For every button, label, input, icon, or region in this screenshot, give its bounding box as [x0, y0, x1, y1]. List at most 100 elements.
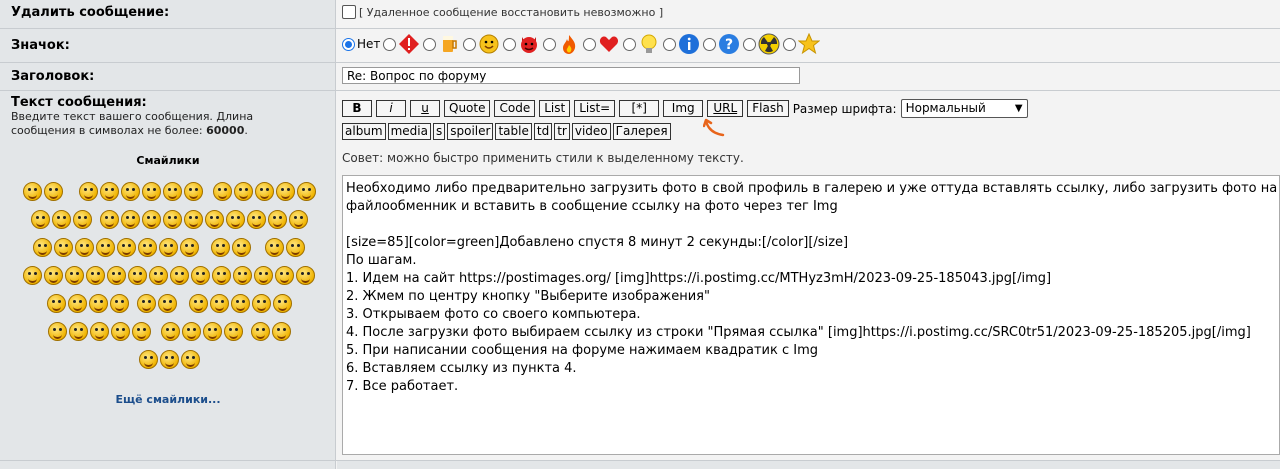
smiley-icon[interactable]	[170, 265, 189, 285]
message-textarea[interactable]: Необходимо либо предварительно загрузить…	[342, 175, 1280, 455]
smiley-icon[interactable]	[180, 349, 200, 369]
underline-button[interactable]: u	[410, 100, 440, 117]
album-button[interactable]: album	[342, 123, 386, 140]
smiley-icon[interactable]	[232, 237, 251, 257]
icon-radio-none[interactable]	[342, 37, 355, 51]
flash-button[interactable]: Flash	[747, 100, 789, 117]
spoiler-button[interactable]: spoiler	[447, 123, 494, 140]
td-button[interactable]: td	[533, 123, 553, 140]
smiley-icon[interactable]	[75, 237, 94, 257]
bold-button[interactable]: B	[342, 100, 372, 117]
smiley-icon[interactable]	[223, 321, 243, 341]
smiley-icon[interactable]	[138, 349, 158, 369]
smiley-icon[interactable]	[230, 293, 250, 313]
smiley-icon[interactable]	[96, 237, 115, 257]
table-button[interactable]: table	[495, 123, 532, 140]
smiley-icon[interactable]	[267, 209, 287, 229]
smiley-icon[interactable]	[78, 181, 98, 201]
smiley-icon[interactable]	[160, 321, 180, 341]
icon-radio-info[interactable]	[663, 37, 677, 51]
smiley-icon[interactable]	[44, 265, 63, 285]
italic-button[interactable]: i	[376, 100, 406, 117]
smiley-icon[interactable]	[275, 181, 295, 201]
smiley-icon[interactable]	[181, 321, 201, 341]
icon-radio-fire[interactable]	[543, 37, 557, 51]
smiley-icon[interactable]	[88, 293, 108, 313]
smiley-icon[interactable]	[141, 181, 161, 201]
smiley-icon[interactable]	[211, 237, 230, 257]
smiley-icon[interactable]	[110, 321, 130, 341]
smiley-icon[interactable]	[107, 265, 126, 285]
smiley-icon[interactable]	[30, 209, 50, 229]
smiley-icon[interactable]	[180, 237, 199, 257]
media-button[interactable]: media	[387, 123, 431, 140]
quote-button[interactable]: Quote	[444, 100, 491, 117]
smiley-icon[interactable]	[47, 321, 67, 341]
gallery-button[interactable]: Галерея	[612, 123, 671, 140]
icon-radio-lightbulb[interactable]	[623, 37, 637, 51]
icon-radio-devil[interactable]	[503, 37, 517, 51]
smiley-icon[interactable]	[246, 209, 266, 229]
smiley-icon[interactable]	[99, 181, 119, 201]
smiley-icon[interactable]	[23, 265, 42, 285]
smiley-icon[interactable]	[265, 237, 284, 257]
img-button[interactable]: Img	[663, 100, 704, 117]
smiley-icon[interactable]	[120, 181, 140, 201]
smiley-icon[interactable]	[183, 209, 203, 229]
smiley-icon[interactable]	[86, 265, 105, 285]
list-button[interactable]: List	[539, 100, 571, 117]
icon-radio-smile[interactable]	[463, 37, 477, 51]
more-smiles-link[interactable]: Ещё смайлики...	[0, 393, 336, 406]
icon-radio-heart[interactable]	[583, 37, 597, 51]
list-item-button[interactable]: [*]	[619, 100, 660, 117]
smiley-icon[interactable]	[212, 181, 232, 201]
smiley-icon[interactable]	[67, 293, 87, 313]
smiley-icon[interactable]	[89, 321, 109, 341]
smiley-icon[interactable]	[162, 181, 182, 201]
smiley-icon[interactable]	[157, 293, 177, 313]
smiley-icon[interactable]	[159, 349, 179, 369]
smiley-icon[interactable]	[225, 209, 245, 229]
smiley-icon[interactable]	[131, 321, 151, 341]
smiley-icon[interactable]	[204, 209, 224, 229]
delete-checkbox[interactable]	[342, 5, 356, 19]
smiley-icon[interactable]	[51, 209, 71, 229]
smiley-icon[interactable]	[251, 293, 271, 313]
smiley-icon[interactable]	[138, 237, 157, 257]
smiley-icon[interactable]	[191, 265, 210, 285]
smiley-icon[interactable]	[271, 321, 291, 341]
smiley-icon[interactable]	[275, 265, 294, 285]
smiley-icon[interactable]	[46, 293, 66, 313]
smiley-icon[interactable]	[254, 265, 273, 285]
smiley-icon[interactable]	[286, 237, 305, 257]
smiley-icon[interactable]	[296, 181, 316, 201]
smiley-icon[interactable]	[117, 237, 136, 257]
smiley-icon[interactable]	[136, 293, 156, 313]
icon-radio-radioactive[interactable]	[743, 37, 757, 51]
smiley-icon[interactable]	[202, 321, 222, 341]
smiley-icon[interactable]	[162, 209, 182, 229]
smiley-icon[interactable]	[68, 321, 88, 341]
smiley-icon[interactable]	[183, 181, 203, 201]
code-button[interactable]: Code	[494, 100, 536, 117]
icon-radio-star[interactable]	[783, 37, 797, 51]
smiley-icon[interactable]	[149, 265, 168, 285]
smiley-icon[interactable]	[65, 265, 84, 285]
strike-button[interactable]: s	[433, 123, 446, 140]
tr-button[interactable]: tr	[554, 123, 570, 140]
smiley-icon[interactable]	[209, 293, 229, 313]
smiley-icon[interactable]	[233, 181, 253, 201]
icon-radio-question[interactable]	[703, 37, 717, 51]
smiley-icon[interactable]	[250, 321, 270, 341]
smiley-icon[interactable]	[33, 237, 52, 257]
smiley-icon[interactable]	[288, 209, 308, 229]
smiley-icon[interactable]	[296, 265, 315, 285]
smiley-icon[interactable]	[233, 265, 252, 285]
smiley-icon[interactable]	[188, 293, 208, 313]
smiley-icon[interactable]	[72, 209, 92, 229]
smiley-icon[interactable]	[120, 209, 140, 229]
font-size-select[interactable]: Нормальный ▼	[900, 99, 1028, 118]
smiley-icon[interactable]	[99, 209, 119, 229]
smiley-icon[interactable]	[128, 265, 147, 285]
smiley-icon[interactable]	[212, 265, 231, 285]
